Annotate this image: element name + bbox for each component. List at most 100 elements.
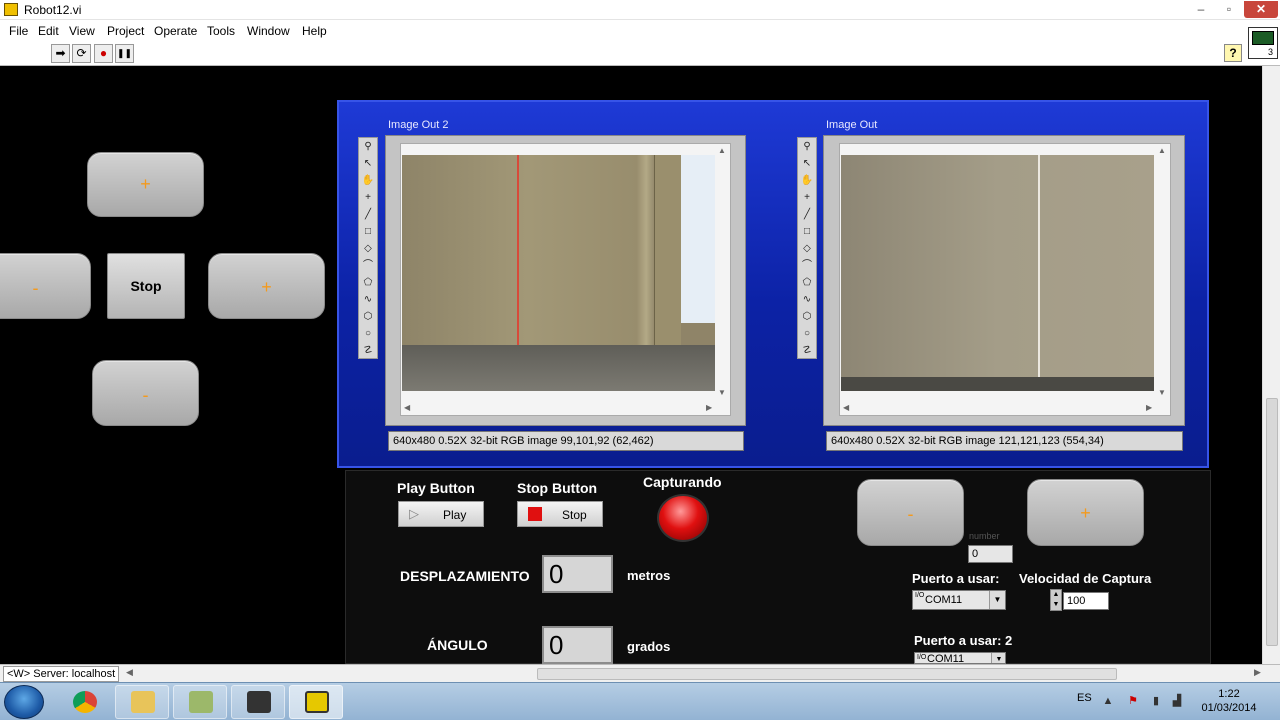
scroll-right-arrow[interactable]: ▶	[1254, 667, 1261, 678]
context-help-icon[interactable]: ?	[1224, 44, 1242, 62]
camera-taskbar-item[interactable]	[231, 685, 285, 719]
play-button-caption: Play Button	[397, 480, 475, 496]
rotated-rect-tool-icon[interactable]: ◇	[361, 242, 375, 256]
forward-plus-button[interactable]: +	[87, 152, 204, 217]
right-plus-button[interactable]: +	[208, 253, 325, 319]
battery-icon[interactable]: ▮	[1149, 694, 1163, 708]
speed-plus-button[interactable]: +	[1027, 479, 1144, 546]
zoom-icon[interactable]: ⚲	[800, 140, 814, 154]
menu-view[interactable]: View	[69, 24, 95, 38]
show-hidden-icons[interactable]: ▲	[1101, 694, 1115, 708]
menu-edit[interactable]: Edit	[38, 24, 59, 38]
explorer-taskbar-item[interactable]	[115, 685, 169, 719]
maximize-button[interactable]: ▫	[1216, 1, 1242, 18]
freehand-line-icon[interactable]: ∿	[361, 293, 375, 307]
rotated-rect-tool-icon[interactable]: ◇	[800, 242, 814, 256]
scroll-left-arrow[interactable]: ◀	[404, 403, 410, 412]
stop-button[interactable]: Stop	[517, 501, 603, 527]
polygon-tool-icon[interactable]: ⬠	[800, 276, 814, 290]
action-center-icon[interactable]: ⚑	[1126, 694, 1140, 708]
vi-icon-screen	[1252, 31, 1274, 45]
speed-input[interactable]: 100	[1063, 592, 1109, 610]
run-arrow-icon[interactable]: ➡	[51, 44, 70, 63]
status-bar: <W> Server: localhost ◀ ▶	[0, 664, 1280, 682]
port-select[interactable]: I/O COM11 ▼	[912, 590, 1006, 610]
pan-hand-icon[interactable]: ✋	[361, 174, 375, 188]
scroll-up-arrow[interactable]: ▲	[718, 146, 726, 155]
zoom-icon[interactable]: ⚲	[361, 140, 375, 154]
polygon-tool-icon[interactable]: ⬠	[361, 276, 375, 290]
scroll-down-arrow[interactable]: ▼	[1158, 388, 1166, 397]
angle-indicator: 0	[542, 626, 613, 664]
language-indicator[interactable]: ES	[1077, 692, 1092, 704]
pause-icon[interactable]: ❚❚	[115, 44, 134, 63]
broken-line-icon[interactable]: ☡	[361, 344, 375, 358]
rectangle-tool-icon[interactable]: □	[800, 225, 814, 239]
menu-window[interactable]: Window	[247, 24, 290, 38]
line-tool-icon[interactable]: ╱	[361, 208, 375, 222]
abort-icon[interactable]: ●	[94, 44, 113, 63]
play-button[interactable]: ▷ Play	[398, 501, 484, 527]
port2-select[interactable]: I/O COM11 ▼	[914, 652, 1006, 664]
laser-line	[517, 155, 519, 367]
menu-operate[interactable]: Operate	[154, 24, 197, 38]
menu-file[interactable]: File	[9, 24, 28, 38]
pointer-icon[interactable]: ↖	[361, 157, 375, 171]
freehand-region-icon[interactable]: ⬡	[361, 310, 375, 324]
scroll-left-arrow[interactable]: ◀	[843, 403, 849, 412]
rectangle-tool-icon[interactable]: □	[361, 225, 375, 239]
vertical-scroll-thumb[interactable]	[1266, 398, 1278, 646]
pad-stop-button[interactable]: Stop	[107, 253, 185, 319]
pointer-icon[interactable]: ↖	[800, 157, 814, 171]
image-out-2-canvas[interactable]: ▲ ▼ ◀ ▶	[400, 143, 731, 416]
broken-line-icon[interactable]: ☡	[800, 344, 814, 358]
image-tools-palette-1: ⚲ ↖ ✋ + ╱ □ ◇ ⌒ ⬠ ∿ ⬡ ○ ☡	[358, 137, 378, 359]
scroll-right-arrow[interactable]: ▶	[706, 403, 712, 412]
point-tool-icon[interactable]: +	[800, 191, 814, 205]
scroll-up-arrow[interactable]: ▲	[1158, 146, 1166, 155]
displacement-indicator: 0	[542, 555, 613, 593]
freehand-region-icon[interactable]: ⬡	[800, 310, 814, 324]
angle-unit: grados	[627, 639, 671, 654]
stop-button-label: Stop	[562, 508, 587, 522]
scroll-down-arrow[interactable]: ▼	[718, 388, 726, 397]
image-out-picture	[841, 155, 1154, 391]
backward-minus-button[interactable]: -	[92, 360, 199, 426]
chrome-taskbar-item[interactable]	[57, 685, 111, 719]
horizontal-scroll-thumb[interactable]	[537, 668, 1117, 680]
scroll-left-arrow[interactable]: ◀	[126, 667, 133, 678]
oval-tool-icon[interactable]: ○	[800, 327, 814, 341]
scroll-right-arrow[interactable]: ▶	[1146, 403, 1152, 412]
line-tool-icon[interactable]: ╱	[800, 208, 814, 222]
chevron-down-icon[interactable]: ▼	[989, 591, 1005, 609]
vi-icon[interactable]: 3	[1248, 27, 1278, 59]
network-icon[interactable]: ▟	[1170, 694, 1184, 708]
menu-help[interactable]: Help	[302, 24, 327, 38]
pan-hand-icon[interactable]: ✋	[800, 174, 814, 188]
vertical-scrollbar[interactable]	[1262, 66, 1280, 664]
annulus-tool-icon[interactable]: ⌒	[361, 259, 375, 273]
image-out-2-label: Image Out 2	[388, 119, 449, 131]
speed-minus-button[interactable]: -	[857, 479, 964, 546]
menu-tools[interactable]: Tools	[207, 24, 235, 38]
point-tool-icon[interactable]: +	[361, 191, 375, 205]
left-minus-button[interactable]: -	[0, 253, 91, 319]
angle-label: ÁNGULO	[427, 637, 488, 653]
minimize-button[interactable]: –	[1188, 1, 1214, 18]
toolbar: ➡ ⟳ ● ❚❚ ?	[0, 42, 1280, 66]
run-continuously-icon[interactable]: ⟳	[72, 44, 91, 63]
freehand-line-icon[interactable]: ∿	[800, 293, 814, 307]
close-button[interactable]: ✕	[1244, 1, 1278, 18]
clock-date: 01/03/2014	[1201, 702, 1257, 714]
labview-taskbar-item[interactable]	[289, 685, 343, 719]
image-out-canvas[interactable]: ▲ ▼ ◀ ▶	[839, 143, 1171, 416]
clock[interactable]: 1:22 01/03/2014	[1197, 687, 1261, 715]
start-button[interactable]	[4, 685, 44, 719]
menu-project[interactable]: Project	[107, 24, 144, 38]
speed-stepper[interactable]: ▲ ▼	[1050, 589, 1062, 611]
annulus-tool-icon[interactable]: ⌒	[800, 259, 814, 273]
chevron-down-icon[interactable]: ▼	[991, 653, 1005, 663]
port2-label: Puerto a usar: 2	[914, 633, 1013, 648]
app-taskbar-item[interactable]	[173, 685, 227, 719]
oval-tool-icon[interactable]: ○	[361, 327, 375, 341]
